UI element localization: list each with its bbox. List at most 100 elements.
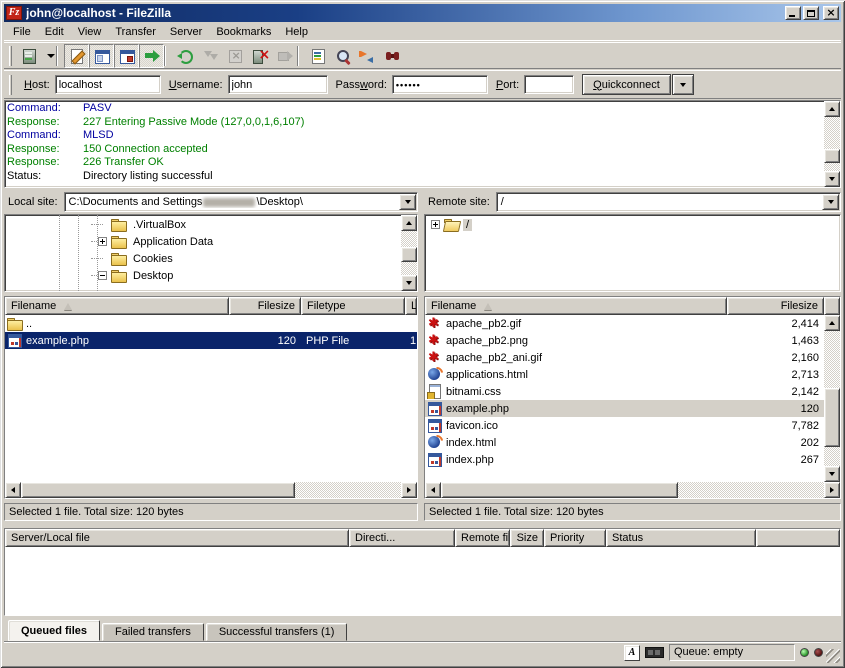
scroll-thumb[interactable]	[401, 247, 417, 262]
menu-item-edit[interactable]: Edit	[38, 24, 71, 40]
favicon.ico[interactable]: favicon.ico 7,782	[425, 417, 824, 434]
column-header-filename[interactable]: Filename	[425, 297, 727, 315]
..[interactable]: ..	[5, 315, 417, 332]
quickconnect-button[interactable]: Quickconnect	[582, 74, 671, 95]
menu-item-server[interactable]: Server	[163, 24, 209, 40]
apache_pb2.png[interactable]: apache_pb2.png 1,463	[425, 332, 824, 349]
horizontal-scrollbar[interactable]	[425, 482, 840, 498]
site-manager-button[interactable]	[16, 44, 41, 68]
password-input[interactable]	[392, 75, 488, 94]
toggle-message-log-button[interactable]	[64, 44, 89, 68]
tree-item[interactable]: Desktop	[5, 267, 401, 284]
tab-queued-files[interactable]: Queued files	[8, 620, 100, 641]
log-scrollbar[interactable]	[824, 101, 840, 187]
column-header-filesize[interactable]: Filesize	[229, 297, 301, 315]
reconnect-button[interactable]	[272, 44, 297, 68]
queue-column-header[interactable]: Size	[510, 529, 544, 547]
refresh-button[interactable]	[172, 44, 197, 68]
toggle-remote-tree-button[interactable]	[114, 44, 139, 68]
scroll-thumb[interactable]	[441, 482, 678, 498]
queue-column-header[interactable]: Remote file	[455, 529, 510, 547]
host-input[interactable]	[55, 75, 161, 94]
scroll-up-button[interactable]	[824, 101, 840, 117]
scroll-track[interactable]	[441, 482, 824, 498]
transfer-type-indicator-icon[interactable]: A	[624, 645, 640, 661]
column-header-filename[interactable]: Filename	[5, 297, 229, 315]
index.php[interactable]: index.php 267	[425, 451, 824, 468]
column-header-lastmodified[interactable]: L	[405, 297, 417, 315]
filter-button[interactable]	[305, 44, 330, 68]
resize-grip[interactable]	[826, 649, 840, 663]
tree-item[interactable]: Cookies	[5, 250, 401, 267]
bitnami.css[interactable]: bitnami.css 2,142	[425, 383, 824, 400]
index.html[interactable]: index.html 202	[425, 434, 824, 451]
find-files-button[interactable]	[380, 44, 405, 68]
example.php[interactable]: example.php 120	[425, 400, 824, 417]
menu-item-file[interactable]: File	[6, 24, 38, 40]
scroll-down-button[interactable]	[824, 466, 840, 482]
tree-expander[interactable]	[431, 220, 440, 229]
tree-expander[interactable]	[98, 271, 107, 280]
scroll-thumb[interactable]	[824, 149, 840, 163]
scroll-down-button[interactable]	[824, 171, 840, 187]
scroll-down-button[interactable]	[401, 275, 417, 291]
minimize-button[interactable]	[785, 6, 801, 20]
apache_pb2.gif[interactable]: apache_pb2.gif 2,414	[425, 315, 824, 332]
column-header-filesize[interactable]: Filesize	[727, 297, 824, 315]
menu-item-help[interactable]: Help	[278, 24, 315, 40]
queue-column-header[interactable]: Priority	[544, 529, 606, 547]
menu-item-bookmarks[interactable]: Bookmarks	[209, 24, 278, 40]
toggle-transfer-queue-button[interactable]	[139, 44, 164, 68]
remote-site-combobox[interactable]: /	[496, 192, 841, 212]
local-site-combobox[interactable]: C:\Documents and Settings\Desktop\	[64, 192, 418, 212]
scroll-left-button[interactable]	[5, 482, 21, 498]
local-site-dropdown-button[interactable]	[399, 194, 416, 210]
site-manager-dropdown-button[interactable]	[41, 44, 56, 68]
quickconnect-grip[interactable]	[9, 75, 12, 95]
queue-column-header[interactable]: Directi...	[349, 529, 455, 547]
tab-successful-transfers[interactable]: Successful transfers (1)	[206, 623, 348, 641]
example.php[interactable]: example.php 120 PHP File 1	[5, 332, 417, 349]
queue-column-header[interactable]	[756, 529, 840, 547]
scroll-thumb[interactable]	[824, 388, 840, 447]
menu-item-view[interactable]: View	[71, 24, 109, 40]
column-header-filetype[interactable]: Filetype	[301, 297, 405, 315]
scroll-track[interactable]	[824, 117, 840, 171]
scroll-right-button[interactable]	[401, 482, 417, 498]
menu-item-transfer[interactable]: Transfer	[108, 24, 163, 40]
scroll-right-button[interactable]	[824, 482, 840, 498]
synchronized-browsing-button[interactable]	[355, 44, 380, 68]
queue-body[interactable]	[5, 547, 840, 615]
scroll-up-button[interactable]	[401, 215, 417, 231]
port-input[interactable]	[524, 75, 574, 94]
scroll-thumb[interactable]	[21, 482, 295, 498]
scroll-track[interactable]	[824, 331, 840, 466]
disconnect-button[interactable]	[247, 44, 272, 68]
tree-scrollbar[interactable]	[401, 215, 417, 291]
queue-column-header[interactable]: Status	[606, 529, 756, 547]
horizontal-scrollbar[interactable]	[5, 482, 417, 498]
scroll-up-button[interactable]	[824, 315, 840, 331]
username-input[interactable]	[228, 75, 328, 94]
tree-expander[interactable]	[98, 237, 107, 246]
tree-item[interactable]: /	[425, 216, 840, 233]
remote-site-dropdown-button[interactable]	[822, 194, 839, 210]
directory-comparison-button[interactable]	[330, 44, 355, 68]
queue-column-header[interactable]: Server/Local file	[5, 529, 349, 547]
titlebar[interactable]: Fz john@localhost - FileZilla ×	[4, 4, 841, 22]
tab-failed-transfers[interactable]: Failed transfers	[102, 623, 204, 641]
scroll-left-button[interactable]	[425, 482, 441, 498]
tree-item[interactable]: .VirtualBox	[5, 216, 401, 233]
list-scrollbar[interactable]	[824, 315, 840, 482]
maximize-button[interactable]	[803, 6, 819, 20]
scroll-track[interactable]	[401, 231, 417, 275]
tree-item[interactable]: Application Data	[5, 233, 401, 250]
cancel-operation-button[interactable]	[222, 44, 247, 68]
apache_pb2_ani.gif[interactable]: apache_pb2_ani.gif 2,160	[425, 349, 824, 366]
quickconnect-dropdown-button[interactable]	[672, 74, 694, 95]
process-queue-button[interactable]	[197, 44, 222, 68]
speed-limits-icon[interactable]	[645, 647, 664, 658]
scroll-track[interactable]	[21, 482, 401, 498]
applications.html[interactable]: applications.html 2,713	[425, 366, 824, 383]
toolbar-grip[interactable]	[9, 46, 12, 66]
